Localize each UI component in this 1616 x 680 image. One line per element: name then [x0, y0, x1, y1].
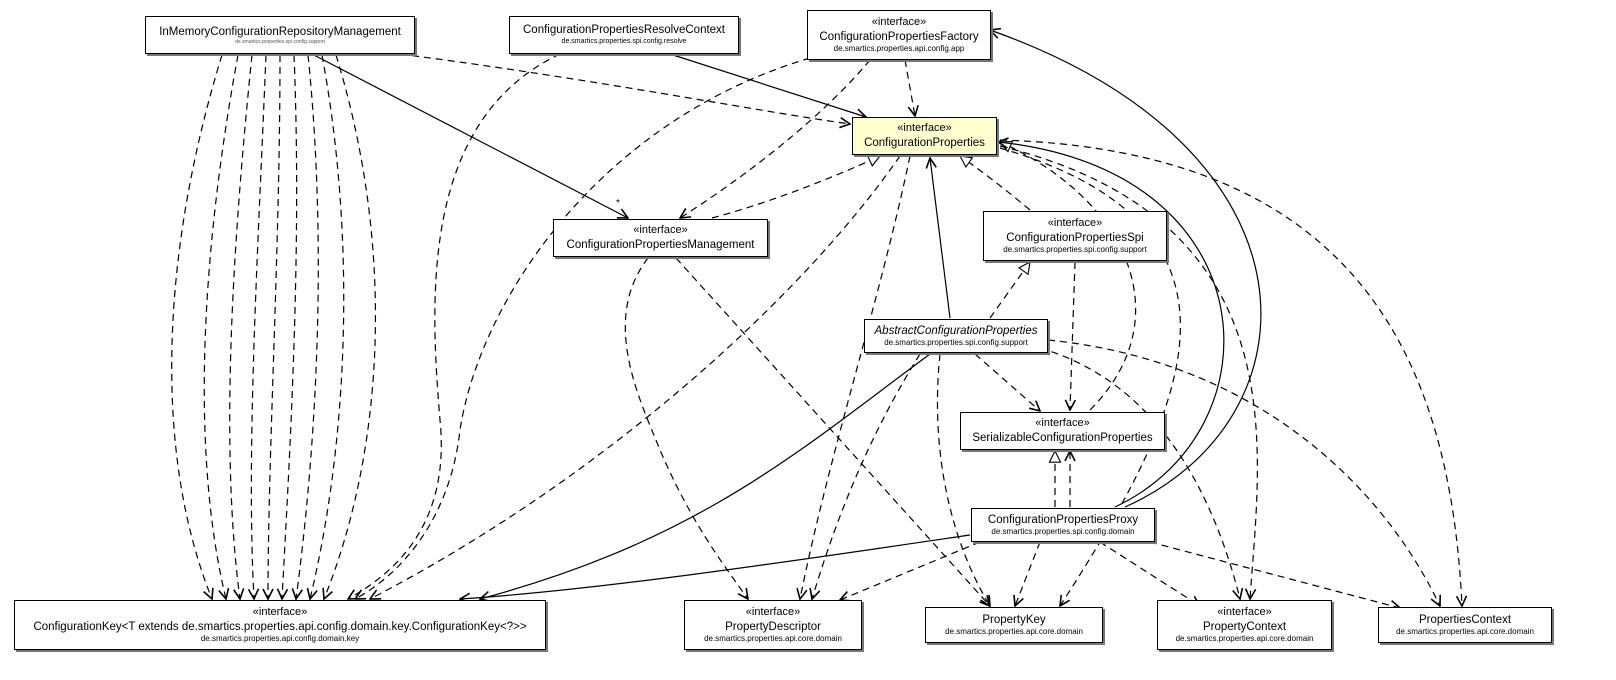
edge-inmemory-to-configuration-key — [251, 54, 267, 599]
edge-factory-to-configuration-properties — [904, 59, 915, 116]
interface-name: PropertyContext — [1202, 620, 1287, 633]
class-name: InMemoryConfigurationRepositoryManagemen… — [159, 25, 401, 38]
interface-serializable-configuration-properties[interactable]: «interface» SerializableConfigurationPro… — [960, 412, 1165, 450]
edge-abstract-to-spi — [989, 262, 1030, 319]
edge-inmemory-to-configuration-key — [268, 54, 281, 599]
class-configuration-properties-resolve-context[interactable]: ConfigurationPropertiesResolveContext de… — [509, 16, 739, 54]
association-multiplicity: * — [616, 198, 620, 209]
interface-property-descriptor[interactable]: «interface» PropertyDescriptor de.smarti… — [684, 600, 862, 650]
class-inmemory-configuration-repository-management[interactable]: InMemoryConfigurationRepositoryManagemen… — [145, 16, 415, 54]
package-name: de.smartics.properties.api.core.domain — [945, 627, 1083, 637]
package-name: de.smartics.properties.api.core.domain — [1175, 634, 1314, 644]
stereotype: «interface» — [633, 223, 688, 236]
edge-spi-to-configuration-properties — [960, 156, 1031, 211]
edge-management-to-property-descriptor — [624, 257, 748, 599]
edge-management-to-property-key — [675, 257, 990, 606]
edge-inmemory-to-management — [311, 53, 628, 218]
edge-management-to-configuration-properties — [711, 156, 880, 219]
interface-name: ConfigurationPropertiesSpi — [1006, 231, 1144, 244]
edge-resolve-context-to-configuration-key — [348, 53, 561, 599]
interface-configuration-properties[interactable]: «interface» ConfigurationProperties — [852, 117, 997, 155]
package-name: de.smartics.properties.api.core.domain — [1396, 627, 1534, 637]
edge-inmemory-to-configuration-key — [171, 54, 223, 599]
stereotype: «interface» — [871, 15, 927, 28]
edge-inmemory-to-configuration-key — [296, 54, 319, 599]
package-name: de.smartics.properties.api.config.app — [833, 44, 965, 54]
interface-configuration-properties-factory[interactable]: «interface» ConfigurationPropertiesFacto… — [807, 10, 991, 60]
interface-name: SerializableConfigurationProperties — [972, 431, 1153, 444]
class-property-key[interactable]: PropertyKey de.smartics.properties.api.c… — [925, 607, 1103, 643]
edge-configuration-properties-to-property-descriptor — [800, 155, 911, 599]
edge-resolve-context-to-configuration-properties — [669, 53, 866, 117]
class-abstract-configuration-properties[interactable]: AbstractConfigurationProperties de.smart… — [864, 319, 1048, 353]
edge-factory-to-management — [680, 59, 871, 218]
package-name: de.smartics.properties.spi.config.domain — [991, 527, 1135, 537]
edge-abstract-to-serializable — [974, 353, 1040, 411]
stereotype: «interface» — [1047, 216, 1103, 229]
class-name: PropertyKey — [982, 613, 1046, 626]
stereotype: «interface» — [252, 605, 308, 618]
stereotype: «interface» — [1217, 605, 1272, 618]
edge-inmemory-to-configuration-key — [310, 54, 345, 599]
interface-configuration-properties-management[interactable]: «interface» ConfigurationPropertiesManag… — [553, 219, 768, 257]
stereotype: «interface» — [745, 605, 801, 618]
interface-name: ConfigurationProperties — [864, 136, 985, 149]
package-name: de.smartics.properties.spi.config.resolv… — [561, 37, 687, 45]
package-name: de.smartics.properties.spi.config.suppor… — [235, 39, 325, 46]
class-configuration-properties-proxy[interactable]: ConfigurationPropertiesProxy de.smartics… — [971, 508, 1155, 542]
edge-abstract-to-configuration-key — [480, 353, 931, 599]
edge-inmemory-to-configuration-key — [282, 54, 298, 599]
edge-inmemory-to-configuration-properties — [399, 53, 850, 124]
class-name: ConfigurationPropertiesProxy — [987, 513, 1139, 526]
interface-name: ConfigurationKey<T extends de.smartics.p… — [33, 620, 527, 633]
interface-name: ConfigurationPropertiesManagement — [566, 238, 755, 251]
class-name: PropertiesContext — [1418, 613, 1512, 626]
class-name: ConfigurationPropertiesResolveContext — [523, 24, 725, 37]
edge-inmemory-to-configuration-key — [203, 54, 239, 599]
relationship-edges — [171, 0, 1616, 680]
edge-abstract-to-configuration-properties — [930, 158, 951, 319]
interface-name: PropertyDescriptor — [725, 620, 821, 633]
class-properties-context[interactable]: PropertiesContext de.smartics.properties… — [1378, 607, 1552, 643]
edge-proxy-to-configuration-key — [460, 534, 971, 599]
package-name: de.smartics.properties.api.config.domain… — [200, 634, 360, 644]
edge-inmemory-to-configuration-key — [229, 54, 253, 599]
interface-configuration-key[interactable]: «interface» ConfigurationKey<T extends d… — [14, 600, 546, 650]
edge-factory-to-configuration-key — [355, 57, 811, 599]
package-name: de.smartics.properties.spi.config.suppor… — [884, 338, 1028, 348]
class-name: AbstractConfigurationProperties — [874, 324, 1038, 337]
edge-abstract-to-property-key — [936, 353, 990, 606]
interface-property-context[interactable]: «interface» PropertyContext de.smartics.… — [1157, 600, 1332, 650]
package-name: de.smartics.properties.spi.config.suppor… — [1003, 245, 1147, 255]
interface-configuration-properties-spi[interactable]: «interface» ConfigurationPropertiesSpi d… — [983, 211, 1167, 261]
edge-inmemory-to-configuration-key — [324, 54, 377, 599]
edge-spi-to-serializable — [1070, 261, 1075, 410]
edge-proxy-to-properties-context — [1149, 541, 1400, 608]
stereotype: «interface» — [897, 121, 952, 134]
interface-name: ConfigurationPropertiesFactory — [819, 30, 979, 43]
stereotype: «interface» — [1035, 416, 1090, 429]
package-name: de.smartics.properties.api.core.domain — [704, 634, 842, 644]
edge-proxy-to-property-key — [1015, 541, 1041, 606]
edge-abstract-to-property-context — [1039, 347, 1240, 599]
